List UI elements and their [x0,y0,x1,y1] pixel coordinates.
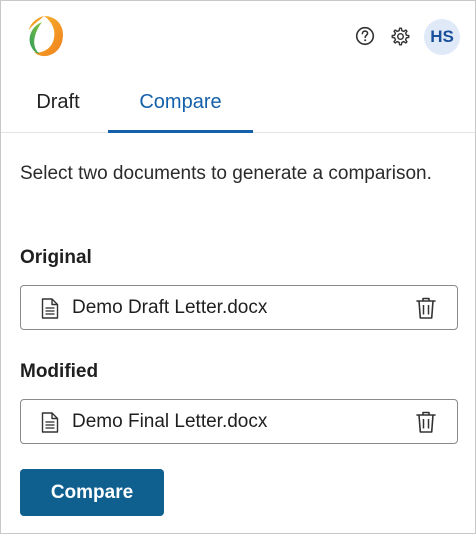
instructions-text: Select two documents to generate a compa… [20,163,432,184]
gear-icon[interactable] [390,26,411,47]
app-logo-icon [29,16,64,57]
document-icon [41,298,59,319]
compare-button[interactable]: Compare [20,469,164,516]
add-in-panel: HS Draft Compare Select two documents to… [0,0,476,534]
modified-label: Modified [20,361,99,382]
original-label: Original [20,247,92,268]
user-avatar[interactable]: HS [424,19,460,55]
tab-bar: Draft Compare [1,73,475,133]
trash-icon[interactable] [415,410,437,434]
original-file-field[interactable]: Demo Draft Letter.docx [20,285,458,330]
question-circle-icon[interactable] [355,26,375,46]
modified-file-name: Demo Final Letter.docx [72,411,268,432]
tab-compare[interactable]: Compare [108,73,253,133]
original-file-name: Demo Draft Letter.docx [72,297,268,318]
document-icon [41,412,59,433]
modified-file-field[interactable]: Demo Final Letter.docx [20,399,458,444]
trash-icon[interactable] [415,296,437,320]
header: HS [1,1,475,73]
tab-draft[interactable]: Draft [20,73,96,132]
